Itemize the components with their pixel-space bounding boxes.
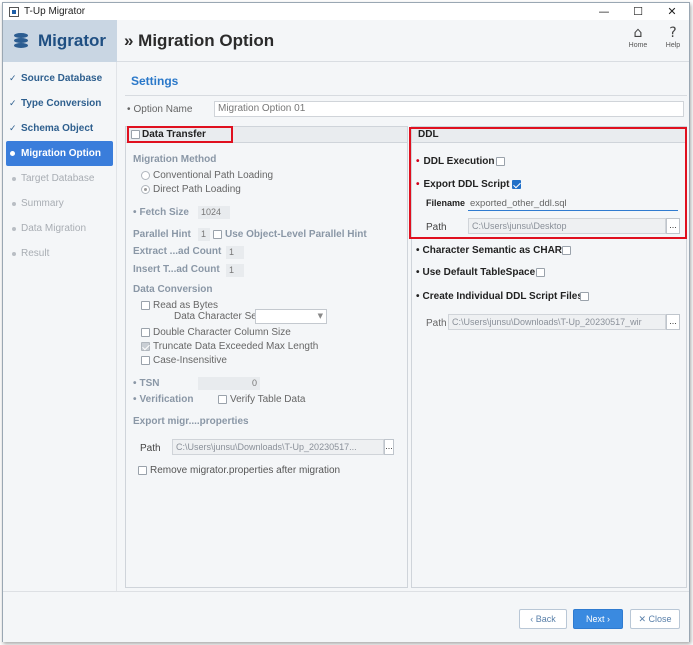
highlight-data-transfer [127, 126, 233, 143]
individual-path-browse-button[interactable]: ... [666, 314, 680, 330]
extract-thread-count-label: Extract ...ad Count [133, 246, 222, 257]
tsn-label: TSN [133, 378, 160, 389]
truncate-label: Truncate Data Exceeded Max Length [153, 341, 319, 352]
help-label: Help [665, 42, 681, 49]
char-semantic-checkbox[interactable] [562, 246, 571, 255]
data-transfer-panel: Data Transfer Migration Method Conventio… [125, 126, 408, 588]
page-title: » Migration Option [124, 31, 275, 50]
individual-ddl-checkbox[interactable] [580, 292, 589, 301]
insert-thread-count-value[interactable]: 1 [226, 264, 244, 277]
read-as-bytes-checkbox[interactable] [141, 301, 150, 310]
home-button[interactable]: ⌂ Home [623, 24, 653, 49]
truncate-checkbox[interactable] [141, 342, 150, 351]
double-char-label: Double Character Column Size [153, 327, 291, 338]
object-level-parallel-checkbox[interactable] [213, 230, 222, 239]
sidebar-item-summary: Summary [3, 191, 116, 216]
conventional-path-label: Conventional Path Loading [153, 170, 274, 181]
remove-properties-label: Remove migrator.properties after migrati… [150, 465, 341, 476]
extract-thread-count-value[interactable]: 1 [226, 246, 244, 259]
parallel-hint-label: Parallel Hint [133, 229, 191, 240]
individual-path-label: Path [426, 318, 447, 329]
sidebar-item-migration-option[interactable]: Migration Option [6, 141, 113, 166]
individual-ddl-label: Create Individual DDL Script Files [416, 291, 583, 302]
sidebar-item-data-migration: Data Migration [3, 216, 116, 241]
verification-label: Verification [133, 394, 194, 405]
close-window-button[interactable]: ✕ [655, 3, 689, 20]
help-icon: ? [669, 25, 677, 41]
check-icon: ✓ [9, 73, 17, 84]
migration-method-label: Migration Method [133, 154, 217, 165]
fetch-size-value[interactable]: 1024 [198, 206, 230, 219]
brand-logo: Migrator [3, 20, 117, 62]
data-charset-label: Data Character Set [174, 311, 260, 322]
database-stack-icon [14, 32, 32, 50]
maximize-button[interactable]: ☐ [621, 3, 655, 20]
home-label: Home [628, 42, 648, 49]
home-icon: ⌂ [633, 25, 643, 41]
title-bar: T-Up Migrator — ☐ ✕ [3, 3, 689, 20]
help-button[interactable]: ? Help [658, 24, 688, 49]
brand-name: Migrator [38, 31, 106, 50]
sidebar-item-result: Result [3, 241, 116, 266]
case-insensitive-label: Case-Insensitive [153, 355, 227, 366]
option-name-input[interactable]: Migration Option 01 [214, 101, 684, 117]
window-title: T-Up Migrator [24, 6, 86, 17]
back-button[interactable]: ‹ Back [519, 609, 567, 629]
export-path-field[interactable]: C:\Users\junsu\Downloads\T-Up_20230517..… [172, 439, 384, 455]
pending-dot-icon [12, 176, 16, 181]
data-charset-select[interactable] [255, 309, 327, 324]
parallel-hint-value[interactable]: 1 [198, 228, 210, 241]
object-level-parallel-label: Use Object-Level Parallel Hint [225, 229, 367, 240]
pending-dot-icon [12, 226, 16, 231]
export-properties-label: Export migr....properties [133, 416, 249, 427]
pending-dot-icon [12, 201, 16, 206]
sidebar-item-target-database: Target Database [3, 166, 116, 191]
export-path-browse-button[interactable]: ... [384, 439, 394, 455]
remove-properties-checkbox[interactable] [138, 466, 147, 475]
app-window: T-Up Migrator — ☐ ✕ Migrator » Migration… [2, 2, 690, 642]
fetch-size-label: Fetch Size [133, 207, 189, 218]
minimize-button[interactable]: — [587, 3, 621, 20]
direct-path-label: Direct Path Loading [153, 184, 241, 195]
sidebar: ✓ Source Database ✓ Type Conversion ✓ Schem… [3, 62, 117, 591]
verify-table-data-label: Verify Table Data [230, 394, 306, 405]
case-insensitive-checkbox[interactable] [141, 356, 150, 365]
main-content: Settings Option Name Migration Option 01… [119, 62, 689, 591]
next-button[interactable]: Next › [573, 609, 623, 629]
insert-thread-count-label: Insert T...ad Count [133, 264, 220, 275]
read-as-bytes-label: Read as Bytes [153, 300, 219, 311]
check-icon: ✓ [9, 98, 17, 109]
pending-dot-icon [12, 251, 16, 256]
individual-path-field[interactable]: C:\Users\junsu\Downloads\T-Up_20230517_w… [448, 314, 666, 330]
export-path-label: Path [140, 443, 161, 454]
window-controls: — ☐ ✕ [587, 3, 689, 20]
option-name-label: Option Name [127, 104, 193, 115]
highlight-ddl-options [409, 127, 687, 239]
check-icon: ✓ [9, 123, 17, 134]
default-tablespace-label: Use Default TableSpace [416, 267, 536, 278]
close-button[interactable]: ✕ Close [630, 609, 680, 629]
char-semantic-label: Character Semantic as CHAR [416, 245, 563, 256]
double-char-checkbox[interactable] [141, 328, 150, 337]
conventional-path-radio[interactable] [141, 171, 150, 180]
settings-title: Settings [131, 74, 179, 88]
tsn-value[interactable]: 0 [198, 377, 260, 390]
header: Migrator » Migration Option ⌂ Home ? Hel… [3, 20, 689, 62]
sidebar-item-source-database[interactable]: ✓ Source Database [3, 66, 116, 91]
sidebar-item-type-conversion[interactable]: ✓ Type Conversion [3, 91, 116, 116]
footer: ‹ Back Next › ✕ Close [3, 591, 689, 642]
sidebar-item-schema-object[interactable]: ✓ Schema Object [3, 116, 116, 141]
verify-table-data-checkbox[interactable] [218, 395, 227, 404]
data-conversion-label: Data Conversion [133, 284, 213, 295]
active-dot-icon [10, 150, 15, 156]
default-tablespace-checkbox[interactable] [536, 268, 545, 277]
app-icon [9, 6, 19, 17]
direct-path-radio[interactable] [141, 185, 150, 194]
divider [125, 95, 687, 96]
